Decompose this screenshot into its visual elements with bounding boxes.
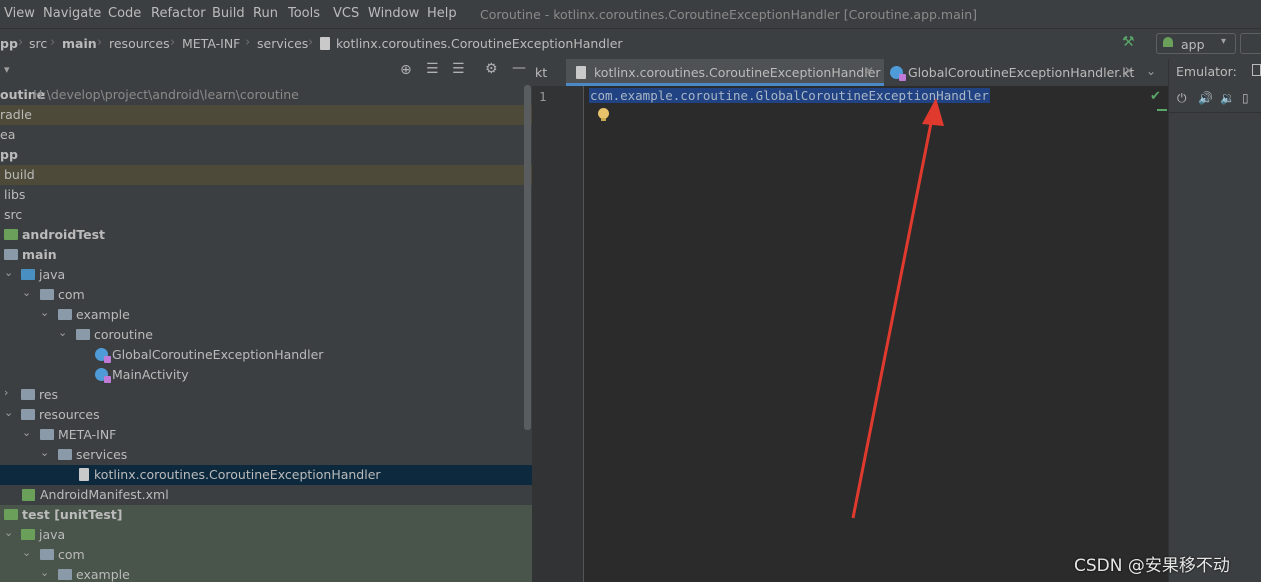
power-icon[interactable]: ⏻ (1177, 91, 1187, 106)
rotate-icon[interactable]: ▯ (1242, 91, 1249, 105)
emulator-title: Emulator: (1176, 64, 1237, 79)
annotation-arrow (851, 98, 944, 519)
arrow-head (922, 98, 944, 126)
volume-up-icon[interactable]: 🔊 (1198, 91, 1213, 105)
device-icon[interactable] (1252, 64, 1261, 76)
volume-down-icon[interactable]: 🔉 (1220, 91, 1235, 105)
arrow-shaft (851, 117, 934, 519)
emulator-panel (1168, 59, 1261, 582)
watermark: CSDN @安果移不动 (1074, 556, 1230, 576)
